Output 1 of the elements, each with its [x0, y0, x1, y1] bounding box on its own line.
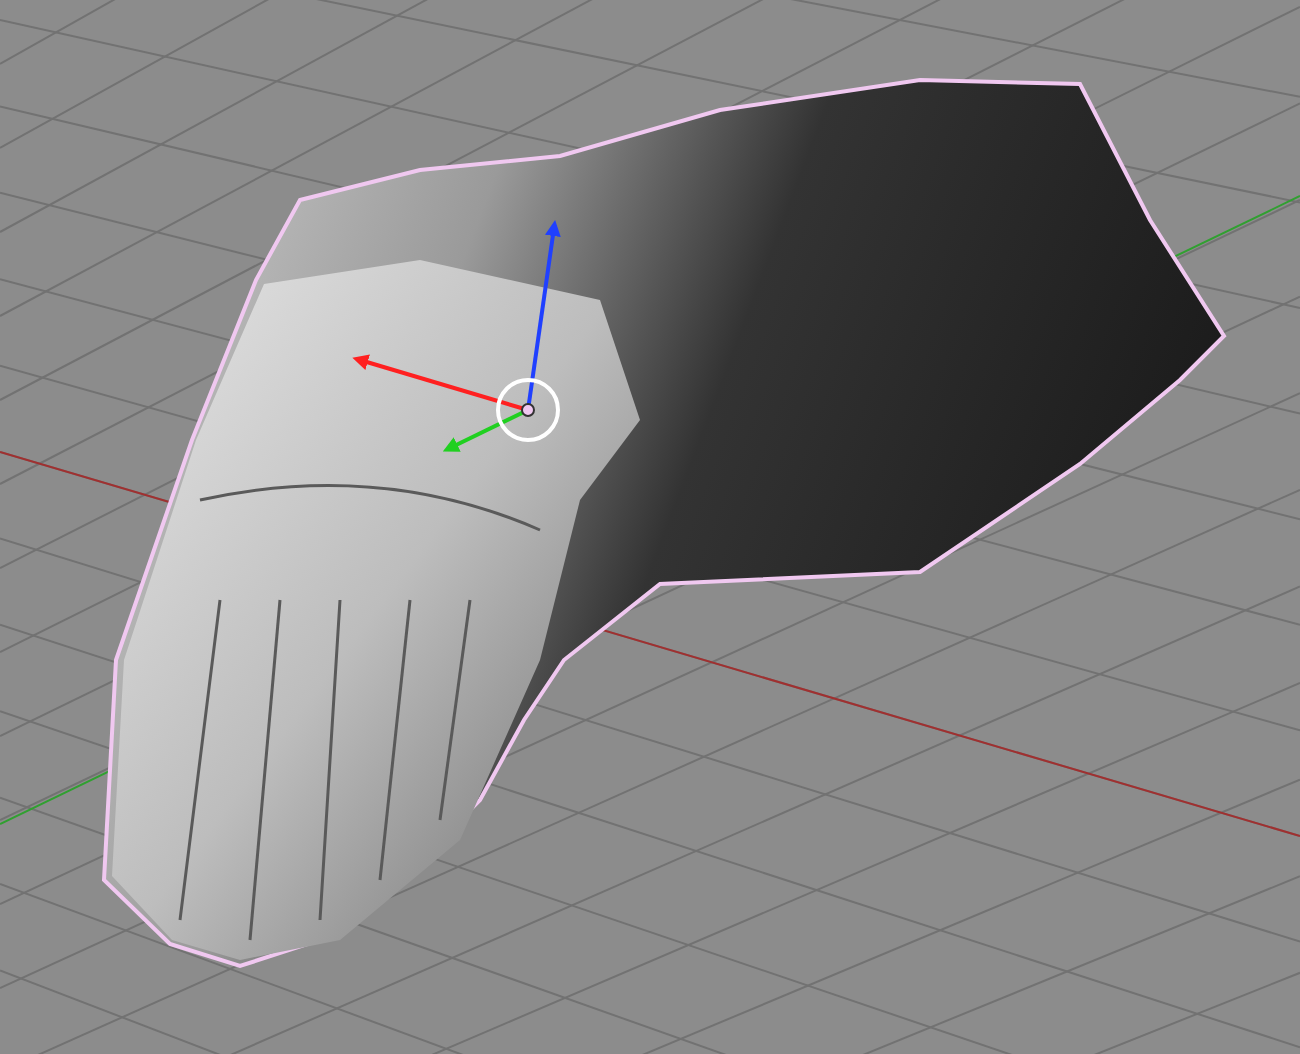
transform-gizmo-drawing[interactable]	[352, 220, 561, 452]
